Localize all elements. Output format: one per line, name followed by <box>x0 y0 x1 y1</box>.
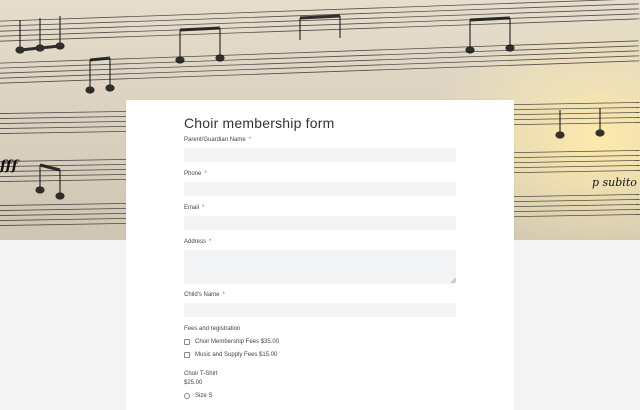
tshirt-price: $25.00 <box>184 380 203 386</box>
parent-name-label: Parent/Guardian Name * <box>184 137 251 143</box>
email-input[interactable] <box>184 216 456 230</box>
email-label-text: Email <box>184 205 200 211</box>
tshirt-section-label: Choir T-Shirt <box>184 371 218 377</box>
parent-name-label-text: Parent/Guardian Name <box>184 137 246 143</box>
fee-option-music-supply[interactable]: Music and Supply Fees $15.00 <box>184 351 277 359</box>
fee-option-membership[interactable]: Choir Membership Fees $35.00 <box>184 338 279 346</box>
required-marker: * <box>204 171 207 177</box>
parent-name-input[interactable] <box>184 148 456 162</box>
radio-button[interactable] <box>184 393 190 399</box>
tshirt-size-option[interactable]: Size S <box>184 392 212 400</box>
phone-label-text: Phone <box>184 171 202 177</box>
email-label: Email * <box>184 205 204 211</box>
checkbox[interactable] <box>184 339 190 345</box>
child-name-label: Child's Name * <box>184 292 225 298</box>
form-title: Choir membership form <box>184 115 335 131</box>
child-name-input[interactable] <box>184 303 456 317</box>
fee-option-label: Choir Membership Fees $35.00 <box>195 339 280 345</box>
child-name-label-text: Child's Name <box>184 292 220 298</box>
form-card: Choir membership form Parent/Guardian Na… <box>126 100 514 410</box>
resize-grip-icon[interactable] <box>451 278 456 283</box>
phone-label: Phone * <box>184 171 207 177</box>
annotation-text: p subito <box>592 176 637 189</box>
fee-option-label: Music and Supply Fees $15.00 <box>195 352 278 358</box>
tshirt-size-label: Size S <box>195 393 213 399</box>
required-marker: * <box>202 205 205 211</box>
address-textarea[interactable] <box>184 250 456 284</box>
checkbox[interactable] <box>184 352 190 358</box>
required-marker: * <box>248 137 252 143</box>
address-label: Address * <box>184 239 211 245</box>
address-label-text: Address <box>184 239 207 245</box>
phone-input[interactable] <box>184 182 456 196</box>
required-marker: * <box>209 239 212 245</box>
fees-section-label: Fees and registration <box>184 326 241 332</box>
required-marker: * <box>222 292 225 298</box>
dynamic-marking: fff <box>0 158 21 174</box>
